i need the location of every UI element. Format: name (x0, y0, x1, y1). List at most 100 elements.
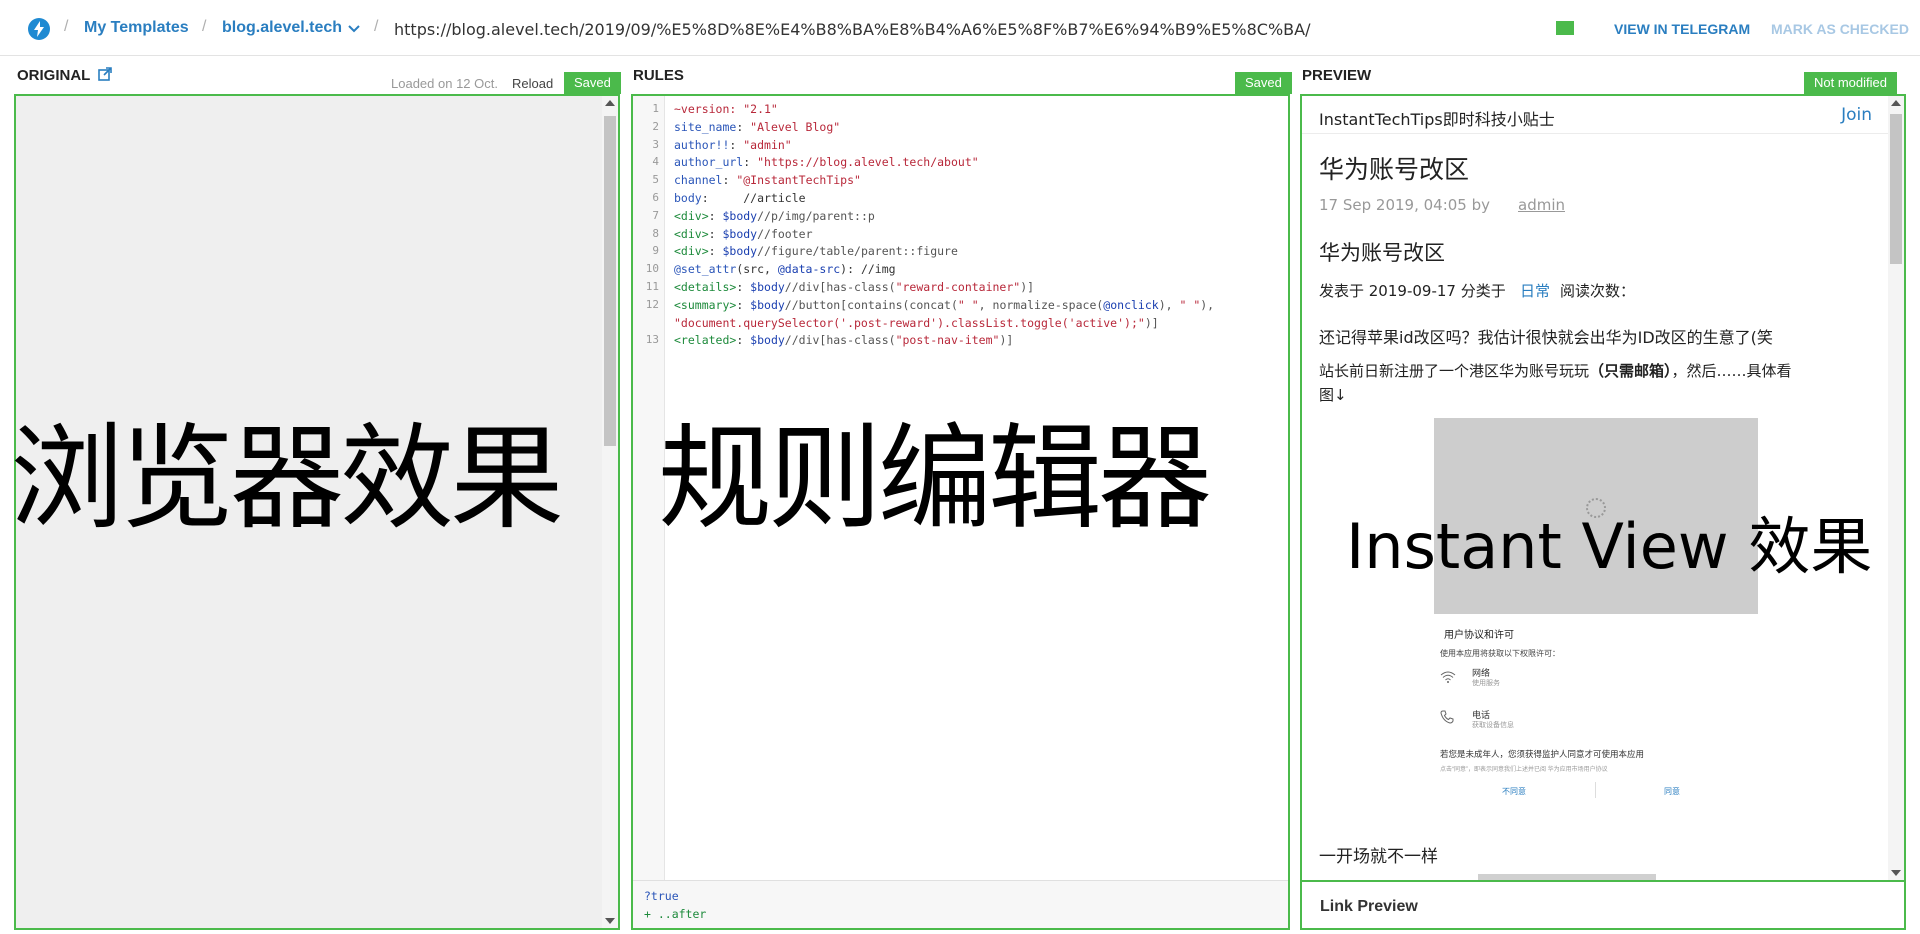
code-token: <details> (674, 280, 737, 294)
paragraph-bold: （只需邮箱） (1589, 362, 1672, 380)
code-token: $body (750, 280, 785, 294)
loading-image (1434, 418, 1758, 614)
preview-content: InstantTechTips即时科技小贴士 Join 华为账号改区 17 Se… (1302, 96, 1890, 880)
code-line[interactable]: <div>: $body//footer (674, 227, 813, 241)
code-line[interactable]: "document.querySelector('.post-reward').… (674, 316, 1159, 330)
console-line: + ..after (644, 907, 707, 921)
code-token: : (736, 280, 751, 294)
channel-name: InstantTechTips即时科技小贴士 (1319, 110, 1555, 129)
code-token: : (722, 173, 737, 188)
channel-header: InstantTechTips即时科技小贴士 Join (1302, 96, 1890, 134)
dialog-title: 用户协议和许可 (1444, 630, 1514, 641)
console-line: ?true (644, 889, 679, 903)
code-line[interactable]: <related>: $body//div[has-class("post-na… (674, 333, 1013, 347)
code-line[interactable]: author_url: "https://blog.alevel.tech/ab… (674, 155, 979, 169)
category-link[interactable]: 日常 (1520, 280, 1550, 301)
paragraph-text: 站长前日新注册了一个港区华为账号玩玩 (1319, 362, 1590, 380)
author-link[interactable]: admin (1518, 196, 1565, 214)
line-number: 6 (652, 191, 659, 204)
article-title: 华为账号改区 (1319, 155, 1470, 184)
code-token: @set_attr (674, 262, 737, 277)
code-token: "post-nav-item" (895, 333, 1000, 348)
wifi-icon (1440, 670, 1456, 688)
original-scrollbar[interactable] (602, 96, 618, 928)
code-token: (src, (736, 262, 778, 277)
code-token: "reward-container" (895, 280, 1021, 294)
link-preview-label: Link Preview (1320, 898, 1418, 915)
code-token: )] (1144, 315, 1159, 330)
code-line[interactable]: <div>: $body//p/img/parent::p (674, 209, 875, 223)
code-line[interactable]: <summary>: $body//button[contains(concat… (674, 298, 1214, 312)
original-page-frame[interactable] (14, 94, 620, 930)
phone-icon (1440, 710, 1454, 729)
line-number: 7 (652, 208, 659, 222)
scroll-down-icon[interactable] (605, 918, 615, 924)
minor-note: 若您是未成年人，您须获得监护人同意才可使用本应用 (1440, 749, 1645, 759)
article-meta: 17 Sep 2019, 04:05 by (1319, 196, 1490, 214)
line-number: 4 (652, 155, 659, 169)
code-token: "admin" (743, 137, 792, 152)
permission-phone-sub: 获取设备信息 (1472, 722, 1514, 729)
code-line[interactable]: channel: "@InstantTechTips" (674, 173, 861, 187)
mark-as-checked-button[interactable]: MARK AS CHECKED (1771, 21, 1909, 37)
code-line[interactable]: <div>: $body//figure/table/parent::figur… (674, 244, 958, 258)
code-token: "Alevel Blog" (750, 119, 841, 134)
instant-view-preview[interactable]: InstantTechTips即时科技小贴士 Join 华为账号改区 17 Se… (1300, 94, 1906, 930)
scroll-down-icon[interactable] (1891, 870, 1901, 876)
code-token: //div[has-class( (784, 333, 896, 348)
link-preview-bar[interactable]: Link Preview (1302, 880, 1904, 928)
code-line[interactable]: @set_attr(src, @data-src): //img (674, 262, 896, 276)
read-count: 阅读次数： (1560, 282, 1636, 300)
code-token: ~version: "2.1" (674, 102, 778, 116)
code-token: )] (999, 333, 1014, 348)
breadcrumb-separator: / (202, 18, 207, 35)
loaded-date: Loaded on 12 Oct. (391, 76, 498, 91)
code-token: author!! (674, 137, 730, 152)
scroll-up-icon[interactable] (605, 100, 615, 106)
code-line[interactable]: body: //article (674, 191, 806, 205)
scroll-up-icon[interactable] (1891, 100, 1901, 106)
chevron-down-icon[interactable] (348, 21, 360, 39)
code-token: $body (750, 333, 785, 348)
external-link-icon[interactable] (98, 67, 112, 86)
view-in-telegram-button[interactable]: VIEW IN TELEGRAM (1614, 21, 1750, 37)
code-line[interactable]: site_name: "Alevel Blog" (674, 120, 840, 134)
line-number: 5 (652, 173, 659, 187)
code-token: ): //img (840, 262, 896, 277)
code-token: //footer (757, 226, 813, 241)
original-panel-title: ORIGINAL (17, 67, 91, 84)
scrollbar-thumb[interactable] (604, 116, 616, 446)
code-token: author_url (674, 155, 744, 170)
code-line[interactable]: author!!: "admin" (674, 138, 792, 152)
breadcrumb-separator: / (374, 18, 379, 35)
join-button[interactable]: Join (1841, 105, 1872, 125)
code-token: "document.querySelector('.post-reward').… (674, 315, 1145, 330)
status-indicator (1556, 21, 1574, 35)
code-token: $body (722, 208, 758, 223)
url-field[interactable]: https://blog.alevel.tech/2019/09/%E5%8D%… (394, 20, 1310, 39)
preview-panel-title: PREVIEW (1302, 67, 1372, 84)
code-token: body (674, 191, 702, 205)
code-line[interactable]: <details>: $body//div[has-class("reward-… (674, 280, 1034, 294)
breadcrumb-domain[interactable]: blog.alevel.tech (222, 19, 342, 37)
code-token: <div> (674, 208, 709, 223)
code-token: : (708, 208, 723, 223)
code-token: channel (674, 173, 723, 188)
reload-link[interactable]: Reload (512, 76, 553, 91)
code-token: " " (957, 297, 979, 312)
scrollbar-thumb[interactable] (1890, 114, 1902, 264)
code-token: <related> (674, 333, 737, 348)
code-token: " " (1179, 297, 1201, 312)
breadcrumb-my-templates[interactable]: My Templates (84, 19, 189, 37)
code-token: <div> (674, 226, 709, 241)
line-number: 10 (645, 262, 659, 276)
code-token: //p/img/parent::p (757, 208, 875, 223)
code-token: : (743, 155, 758, 170)
code-line[interactable]: ~version: "2.1" (674, 102, 778, 116)
code-token: //figure/table/parent::figure (757, 244, 958, 259)
disagree-button: 不同意 (1502, 787, 1526, 796)
preview-scrollbar[interactable] (1888, 96, 1904, 880)
lightning-logo-icon[interactable] (28, 18, 50, 40)
rules-editor[interactable]: 1 2 3 4 5 6 7 8 9 10 11 12 13 ~version: "2.1" site_na… (631, 94, 1290, 930)
code-token: $body (750, 297, 785, 312)
